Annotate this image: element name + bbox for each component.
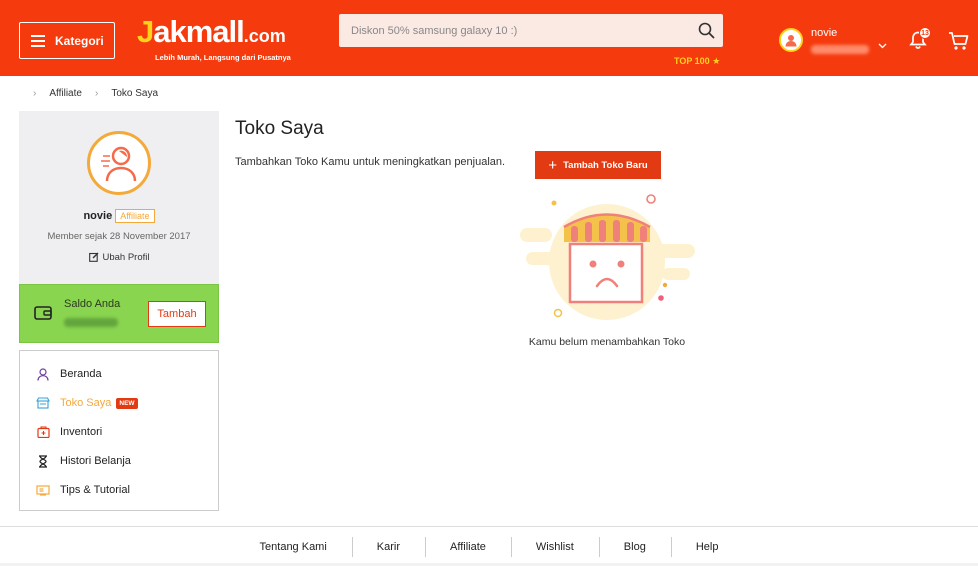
user-menu[interactable]: novie (779, 27, 887, 54)
plus-icon: + (548, 156, 558, 174)
empty-state-message: Kamu belum menambahkan Toko (515, 333, 699, 354)
edit-profile-link[interactable]: Ubah Profil (19, 252, 219, 263)
footer-link-help[interactable]: Help (670, 537, 744, 557)
wallet-icon (34, 306, 52, 325)
sidebar-item-tips-tutorial[interactable]: Tips & Tutorial (36, 483, 130, 497)
tambah-saldo-button[interactable]: Tambah (148, 301, 206, 327)
page-title: Toko Saya (235, 118, 324, 139)
saldo-amount (64, 318, 118, 327)
star-icon: ★ (712, 56, 721, 66)
notification-button[interactable]: 13 (908, 27, 931, 55)
tutorial-icon (36, 483, 50, 497)
footer-link-affiliate[interactable]: Affiliate (425, 537, 511, 557)
breadcrumb-toko-saya: Toko Saya (111, 88, 159, 99)
profile-name: novie Affiliate (19, 209, 219, 223)
search-bar (339, 14, 723, 47)
member-since: Member sejak 28 November 2017 (47, 231, 191, 242)
sidebar-item-histori-belanja[interactable]: Histori Belanja (36, 454, 131, 468)
empty-store-illustration (512, 192, 702, 332)
top100-link[interactable]: TOP 100 ★ (674, 56, 720, 67)
cart-icon (949, 32, 969, 50)
footer-link-wishlist[interactable]: Wishlist (510, 537, 599, 557)
inventory-icon (36, 425, 50, 439)
jakmall-logo[interactable]: Jakmall.com Lebih Murah, Langsung dari P… (137, 16, 291, 63)
sidebar-item-beranda[interactable]: Beranda (36, 367, 102, 381)
hourglass-icon (36, 454, 50, 468)
breadcrumb: › Affiliate › Toko Saya (33, 88, 158, 99)
add-store-button[interactable]: + Tambah Toko Baru (535, 151, 661, 179)
header: Kategori Jakmall.com Lebih Murah, Langsu… (0, 0, 978, 76)
avatar (779, 28, 803, 52)
sidebar-item-inventori[interactable]: Inventori (36, 425, 102, 439)
search-icon[interactable] (689, 22, 723, 39)
new-badge: NEW (116, 397, 138, 409)
profile-card: novie Affiliate Member sejak 28 November … (19, 111, 219, 284)
hamburger-icon (31, 32, 45, 50)
sidebar-item-toko-saya[interactable]: Toko Saya NEW (36, 396, 138, 410)
user-balance (811, 45, 869, 54)
search-input[interactable] (339, 14, 689, 47)
cart-button[interactable] (948, 31, 970, 56)
chevron-right-icon: › (94, 88, 99, 99)
user-name: novie (811, 27, 838, 39)
affiliate-badge: Affiliate (115, 209, 155, 223)
saldo-label: Saldo Anda (64, 298, 121, 310)
chevron-right-icon: › (33, 88, 37, 99)
footer-link-tentang-kami[interactable]: Tentang Kami (235, 541, 352, 553)
logo-tagline: Lebih Murah, Langsung dari Pusatnya (155, 53, 291, 62)
breadcrumb-affiliate[interactable]: Affiliate (49, 88, 82, 99)
sidebar-menu: Beranda Toko Saya NEW Inventori Histori … (19, 350, 219, 511)
notification-count: 13 (919, 27, 931, 39)
kategori-label: Kategori (55, 33, 104, 48)
profile-avatar (87, 131, 151, 195)
page-subtitle: Tambahkan Toko Kamu untuk meningkatkan p… (235, 156, 506, 168)
footer-link-blog[interactable]: Blog (598, 537, 671, 557)
saldo-card: Saldo Anda Tambah (19, 284, 219, 343)
user-icon (36, 367, 50, 381)
kategori-button[interactable]: Kategori (19, 22, 115, 59)
footer-link-karir[interactable]: Karir (351, 537, 425, 557)
store-icon (36, 396, 50, 410)
edit-icon (88, 252, 98, 262)
footer: Tentang Kami Karir Affiliate Wishlist Bl… (0, 526, 978, 566)
footer-links: Tentang Kami Karir Affiliate Wishlist Bl… (0, 527, 978, 567)
chevron-down-icon[interactable] (878, 36, 887, 54)
